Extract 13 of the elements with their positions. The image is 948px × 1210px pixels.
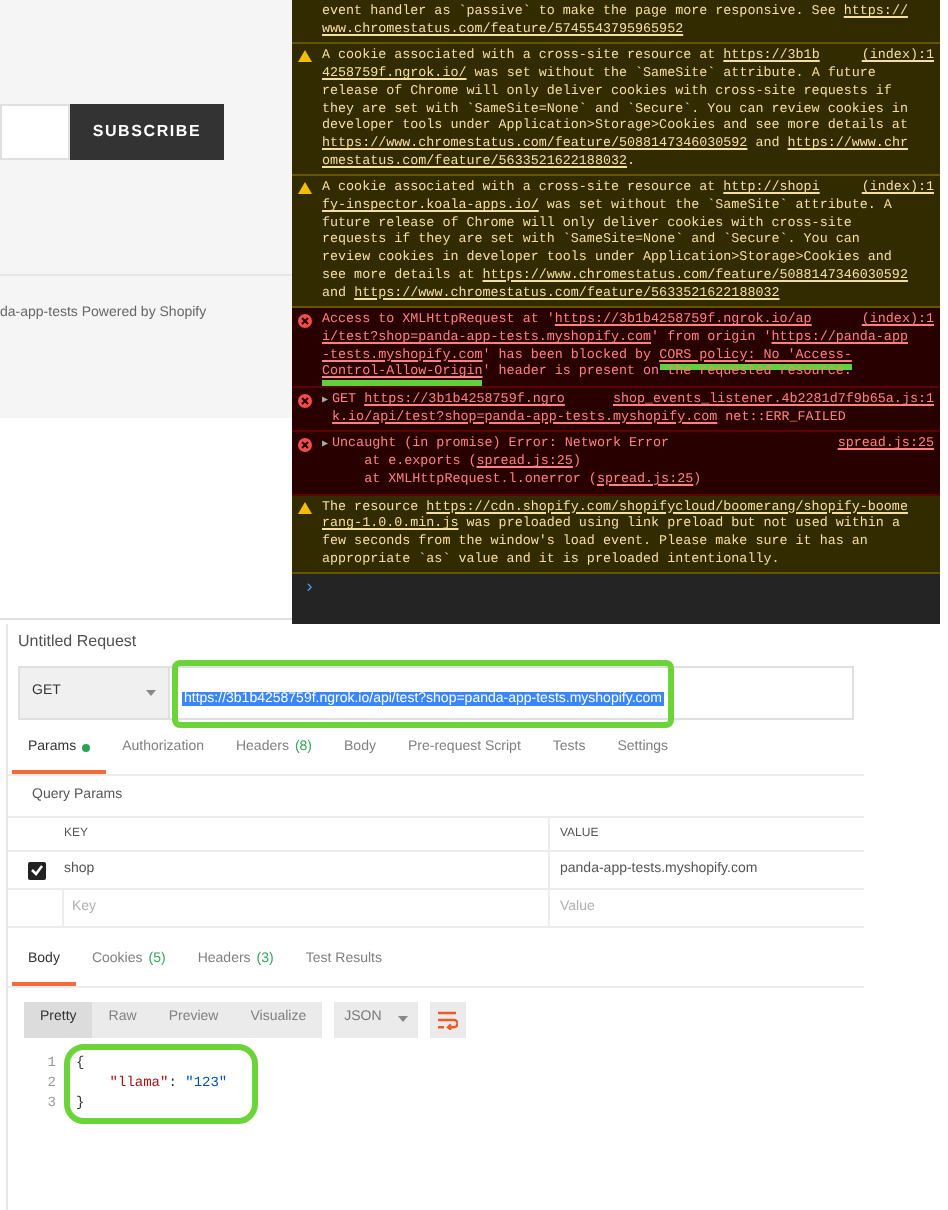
error-icon <box>298 394 312 409</box>
subscribe-button[interactable]: SUBSCRIBE <box>70 104 224 160</box>
error-icon <box>298 438 312 453</box>
error-icon <box>298 314 312 329</box>
prompt-caret: › <box>304 578 315 599</box>
email-field[interactable] <box>0 104 70 160</box>
request-title: Untitled Request <box>16 630 139 654</box>
wrap-lines-icon[interactable] <box>429 1001 466 1037</box>
caret-icon <box>397 1016 408 1022</box>
checkbox[interactable] <box>27 861 45 879</box>
warning-icon <box>298 182 312 195</box>
warning-icon <box>298 50 312 63</box>
warning-icon <box>298 501 312 514</box>
